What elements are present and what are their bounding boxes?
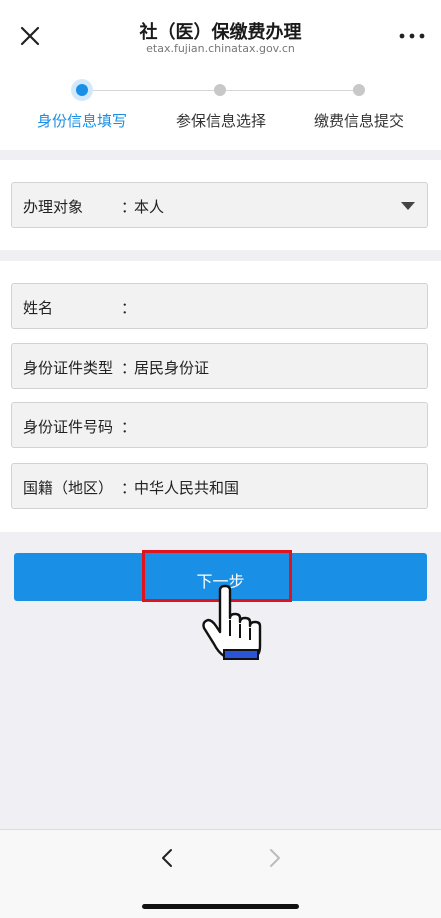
nationality-label: 国籍（地区）	[23, 479, 114, 497]
more-dots-icon[interactable]	[397, 26, 427, 46]
id-type-field[interactable]: 身份证件类型 ： 居民身份证	[11, 343, 428, 389]
bottom-nav-bar	[0, 829, 441, 918]
home-indicator	[142, 904, 299, 909]
chevron-right-icon[interactable]	[262, 846, 286, 870]
step-connector	[88, 90, 214, 91]
header: 社（医）保缴费办理 etax.fujian.chinatax.gov.cn	[0, 0, 441, 62]
page-url: etax.fujian.chinatax.gov.cn	[146, 42, 295, 55]
nationality-field[interactable]: 国籍（地区） ： 中华人民共和国	[11, 463, 428, 509]
name-label: 姓名	[23, 299, 54, 317]
id-type-value: 居民身份证	[134, 359, 210, 377]
id-number-colon: ：	[121, 418, 137, 436]
identity-form: 姓名 ： 身份证件类型 ： 居民身份证 身份证件号码 ： 国籍（地区） ： 中华…	[0, 261, 441, 532]
id-number-label: 身份证件号码	[23, 418, 114, 436]
name-field[interactable]: 姓名 ：	[11, 283, 428, 329]
subject-value: 本人	[134, 198, 165, 216]
subject-label: 办理对象	[23, 198, 84, 216]
id-type-label: 身份证件类型	[23, 359, 114, 377]
id-number-field[interactable]: 身份证件号码 ：	[11, 402, 428, 448]
name-colon: ：	[121, 299, 137, 317]
nationality-value: 中华人民共和国	[134, 479, 240, 497]
pointing-hand-icon	[202, 584, 262, 660]
subject-section: 办理对象 ： 本人	[0, 160, 441, 250]
step-label-1: 身份信息填写	[36, 112, 127, 130]
step-label-3: 缴费信息提交	[313, 112, 404, 130]
step-connector	[226, 90, 353, 91]
step-label-2: 参保信息选择	[175, 112, 266, 130]
step-dot-2	[214, 84, 226, 96]
dropdown-arrow-icon	[401, 202, 415, 210]
step-dot-3	[353, 84, 365, 96]
page-title: 社（医）保缴费办理	[139, 22, 302, 43]
chevron-left-icon[interactable]	[156, 846, 180, 870]
step-dot-1	[76, 84, 88, 96]
subject-select[interactable]: 办理对象 ： 本人	[11, 182, 428, 228]
progress-steps: 身份信息填写 参保信息选择 缴费信息提交	[0, 62, 441, 150]
